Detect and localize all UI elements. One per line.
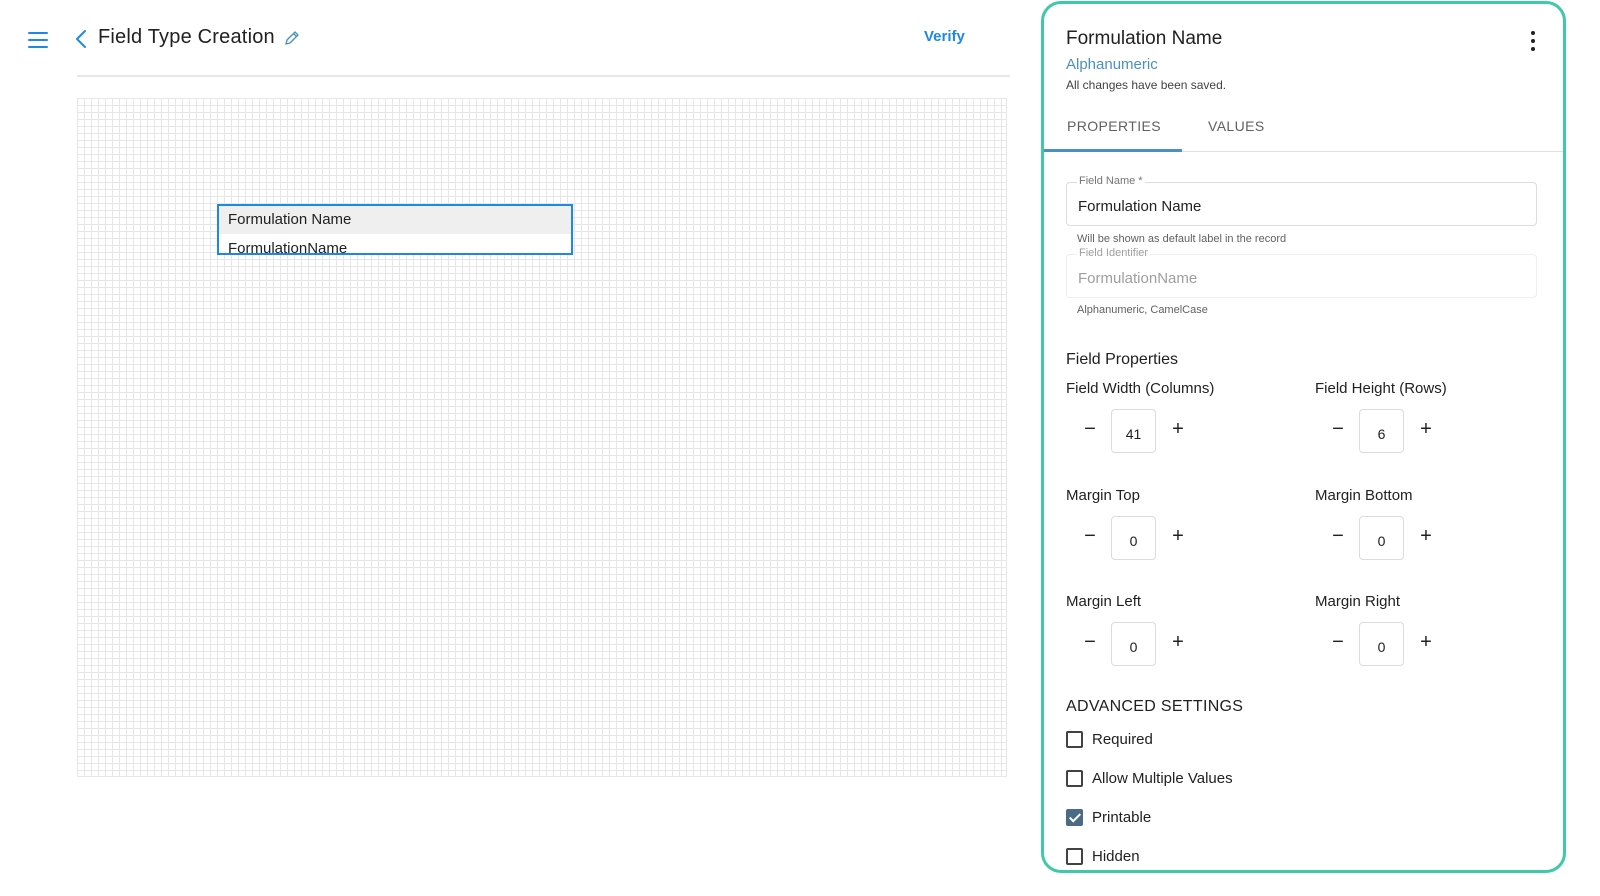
margin-left-label: Margin Left [1066, 593, 1142, 610]
field-height-decrement-button[interactable]: − [1326, 417, 1350, 441]
margin-bottom-stepper: − 0 + [1316, 516, 1448, 560]
required-label: Required [1092, 731, 1153, 748]
margin-right-decrement-button[interactable]: − [1326, 630, 1350, 654]
field-width-label: Field Width (Columns) [1066, 380, 1215, 397]
field-name-helper: Will be shown as default label in the re… [1077, 233, 1287, 245]
field-identifier-input: Field Identifier FormulationName [1066, 247, 1537, 298]
margin-top-increment-button[interactable]: + [1166, 524, 1190, 548]
field-height-increment-button[interactable]: + [1414, 417, 1438, 441]
field-height-stepper: − 6 + [1316, 409, 1448, 453]
printable-checkbox-box[interactable] [1066, 809, 1083, 826]
field-height-input[interactable]: 6 [1359, 409, 1404, 453]
field-name-input[interactable]: Field Name * Formulation Name [1066, 175, 1537, 226]
margin-left-stepper: − 0 + [1068, 622, 1200, 666]
field-width-decrement-button[interactable]: − [1078, 417, 1102, 441]
field-preview-label: Formulation Name [219, 206, 571, 234]
header-divider [77, 75, 1010, 77]
more-vertical-icon[interactable] [1529, 30, 1537, 52]
margin-right-label: Margin Right [1315, 593, 1401, 610]
printable-label: Printable [1092, 809, 1152, 826]
allow-multiple-values-label: Allow Multiple Values [1092, 770, 1233, 787]
field-identifier-value: FormulationName [1078, 270, 1198, 287]
hamburger-menu-icon[interactable] [26, 30, 50, 50]
field-identifier-label: Field Identifier [1077, 247, 1151, 259]
margin-right-increment-button[interactable]: + [1414, 630, 1438, 654]
margin-bottom-label: Margin Bottom [1315, 487, 1413, 504]
field-height-label: Field Height (Rows) [1315, 380, 1447, 397]
advanced-settings-title: ADVANCED SETTINGS [1066, 698, 1244, 715]
verify-button[interactable]: Verify [924, 28, 965, 45]
margin-top-decrement-button[interactable]: − [1078, 524, 1102, 548]
tab-properties[interactable]: PROPERTIES [1067, 118, 1161, 134]
margin-left-increment-button[interactable]: + [1166, 630, 1190, 654]
field-name-value: Formulation Name [1078, 198, 1202, 215]
pencil-icon[interactable] [282, 28, 302, 48]
chevron-left-icon[interactable] [74, 28, 88, 50]
save-status: All changes have been saved. [1066, 78, 1227, 92]
allow-multiple-values-checkbox-box[interactable] [1066, 770, 1083, 787]
field-type-label: Alphanumeric [1066, 56, 1158, 73]
field-width-input[interactable]: 41 [1111, 409, 1156, 453]
field-name-label: Field Name * [1077, 175, 1145, 187]
margin-bottom-decrement-button[interactable]: − [1326, 524, 1350, 548]
active-tab-indicator [1044, 149, 1182, 152]
hidden-label: Hidden [1092, 848, 1140, 865]
margin-top-stepper: − 0 + [1068, 516, 1200, 560]
margin-left-decrement-button[interactable]: − [1078, 630, 1102, 654]
selected-field-preview[interactable]: Formulation Name FormulationName [217, 204, 573, 255]
field-properties-title: Field Properties [1066, 351, 1179, 368]
panel-title: Formulation Name [1066, 28, 1223, 49]
field-width-stepper: − 41 + [1068, 409, 1200, 453]
field-preview-identifier: FormulationName [228, 240, 348, 255]
margin-top-label: Margin Top [1066, 487, 1140, 504]
hidden-checkbox-box[interactable] [1066, 848, 1083, 865]
margin-right-stepper: − 0 + [1316, 622, 1448, 666]
page-title: Field Type Creation [98, 26, 275, 48]
field-identifier-helper: Alphanumeric, CamelCase [1077, 304, 1208, 316]
margin-bottom-increment-button[interactable]: + [1414, 524, 1438, 548]
margin-top-input[interactable]: 0 [1111, 516, 1156, 560]
properties-panel: Formulation Name Alphanumeric All change… [1041, 1, 1566, 873]
margin-left-input[interactable]: 0 [1111, 622, 1156, 666]
field-width-increment-button[interactable]: + [1166, 417, 1190, 441]
panel-tabs: PROPERTIES VALUES [1044, 104, 1563, 152]
layout-canvas[interactable]: Formulation Name FormulationName [77, 98, 1007, 777]
tab-values[interactable]: VALUES [1208, 118, 1265, 134]
margin-bottom-input[interactable]: 0 [1359, 516, 1404, 560]
margin-right-input[interactable]: 0 [1359, 622, 1404, 666]
required-checkbox-box[interactable] [1066, 731, 1083, 748]
